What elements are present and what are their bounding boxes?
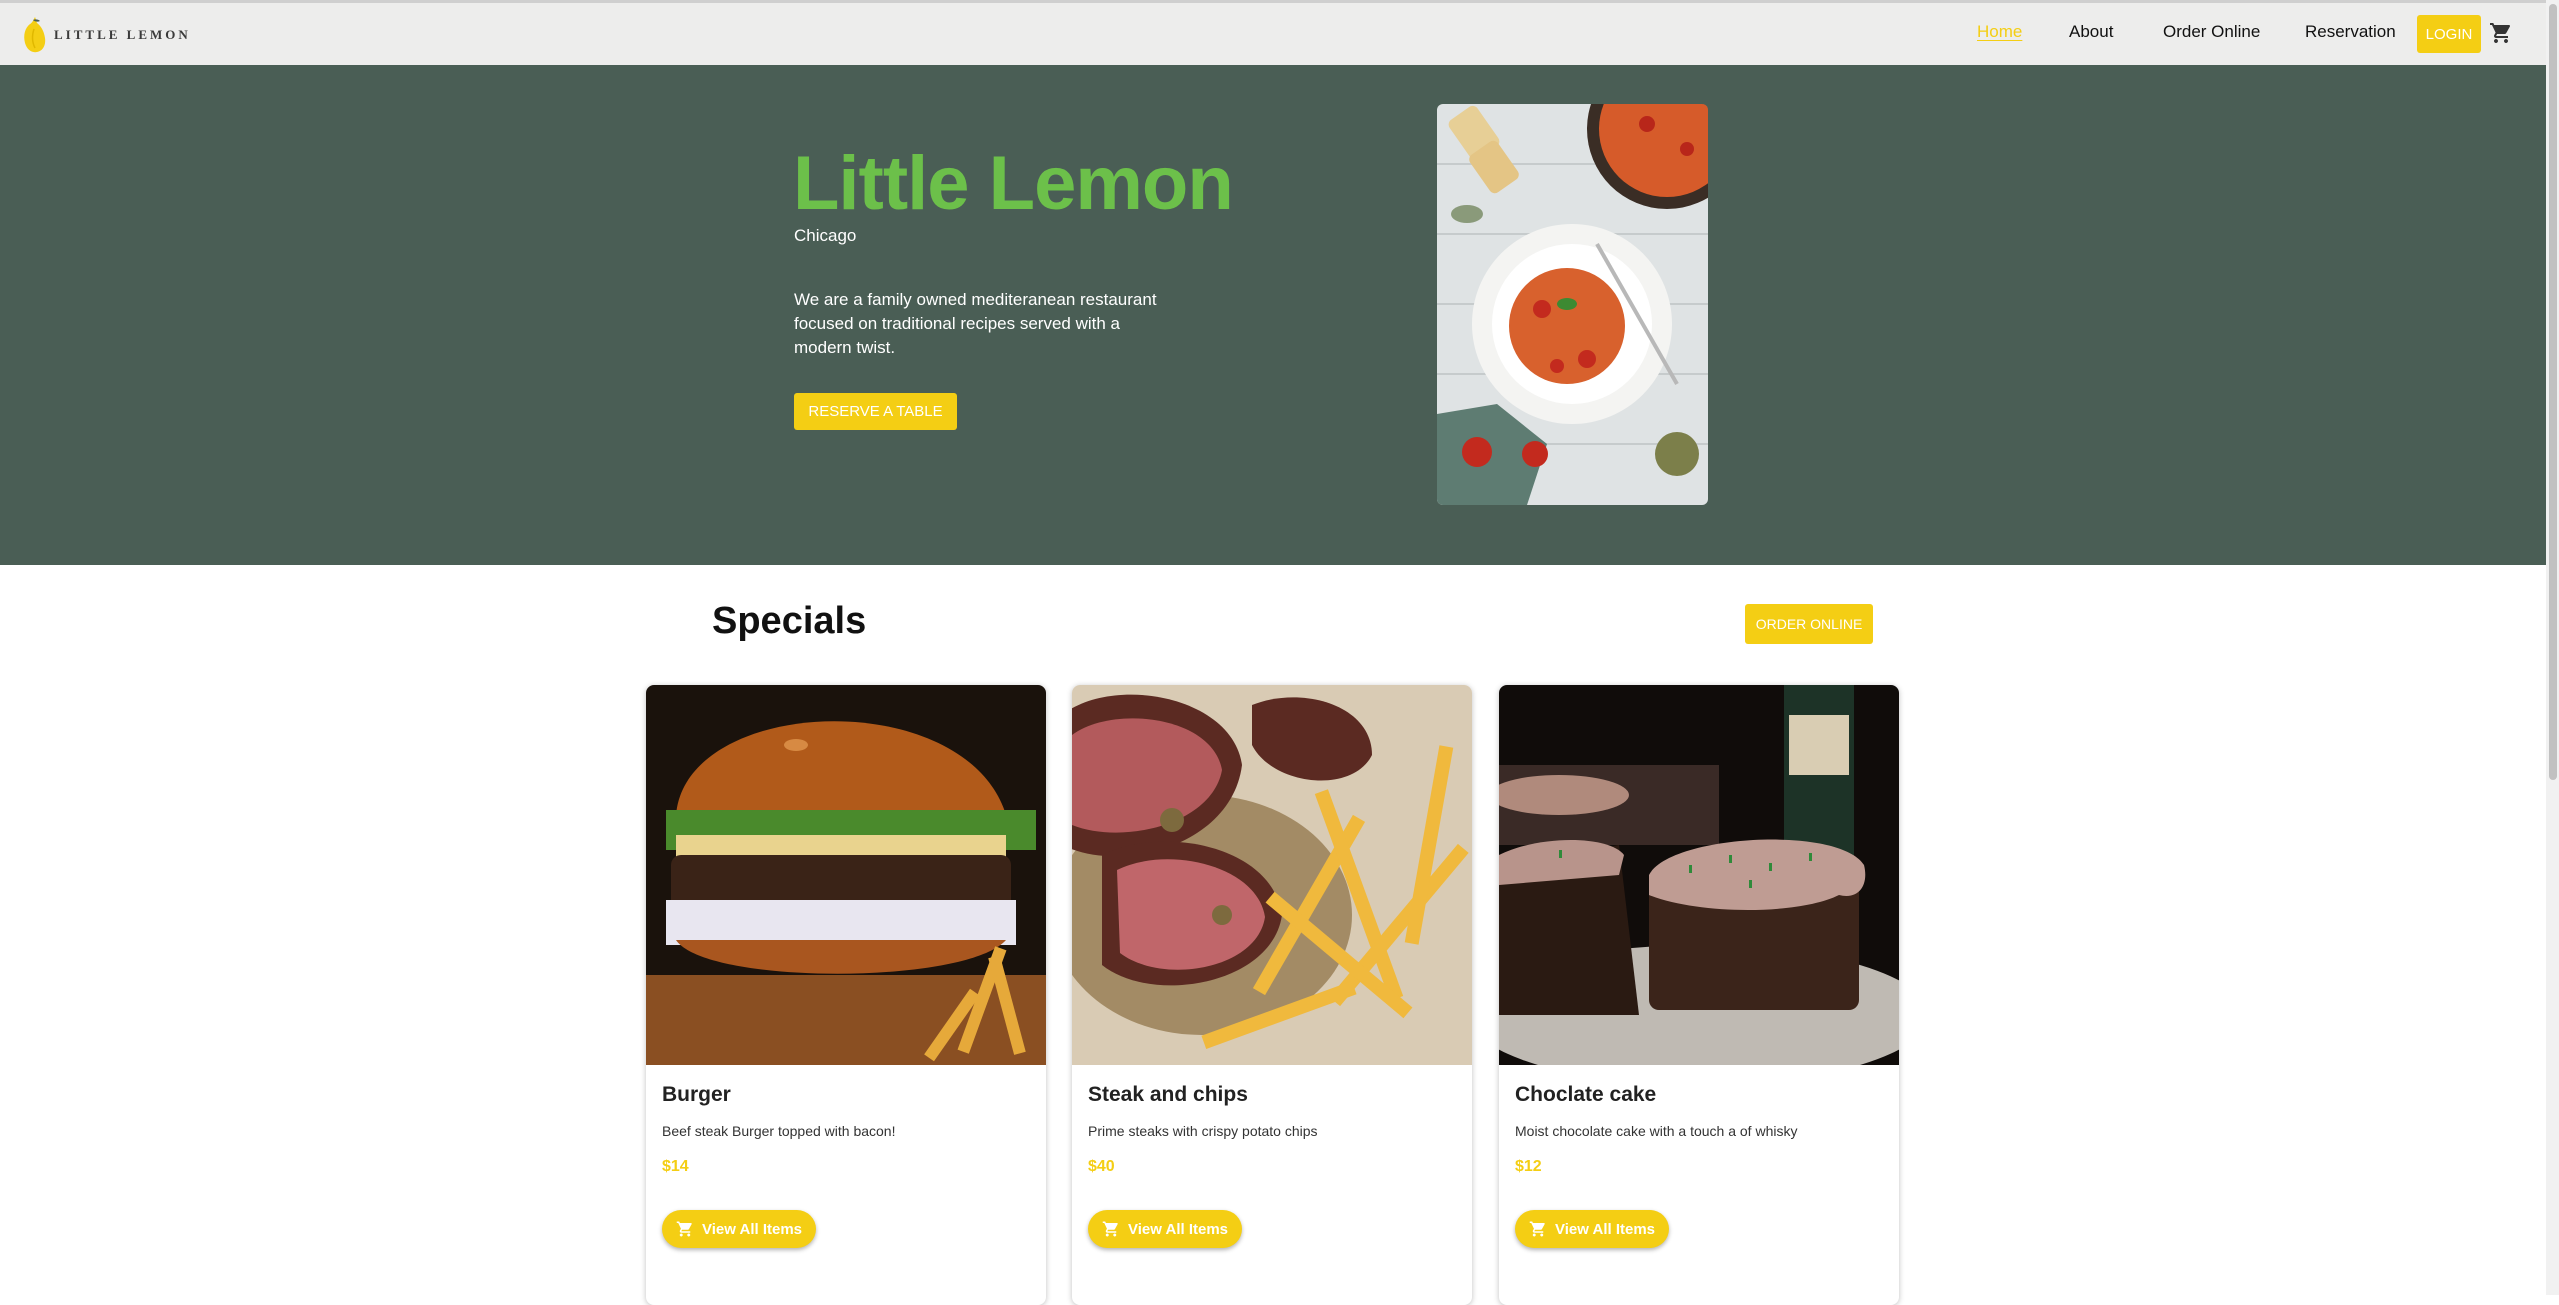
- card-price: $14: [662, 1158, 689, 1175]
- nav-reservation[interactable]: Reservation: [2305, 22, 2396, 42]
- order-online-button[interactable]: ORDER ONLINE: [1745, 604, 1873, 644]
- reserve-table-button[interactable]: RESERVE A TABLE: [794, 393, 957, 430]
- button-label: View All Items: [1554, 1220, 1656, 1238]
- specials-title: Specials: [712, 600, 867, 642]
- hero-title: Little Lemon: [793, 141, 1234, 226]
- card-title: Steak and chips: [1088, 1083, 1248, 1106]
- card-description: Beef steak Burger topped with bacon!: [662, 1123, 896, 1139]
- button-label: View All Items: [1127, 1220, 1229, 1238]
- card-price: $12: [1515, 1158, 1542, 1175]
- button-label: View All Items: [701, 1220, 803, 1238]
- hero-description: We are a family owned mediteranean resta…: [794, 290, 1157, 357]
- shopping-cart-icon: [676, 1221, 692, 1237]
- top-navigation-bar: LITTLE LEMON Home About Order Online Res…: [0, 0, 2546, 65]
- nav-about[interactable]: About: [2069, 22, 2113, 42]
- lemon-logo-icon: [24, 17, 46, 53]
- view-all-items-button[interactable]: View All Items: [1088, 1210, 1242, 1248]
- hero-section: Little Lemon Chicago We are a family own…: [0, 65, 2546, 565]
- view-all-items-button[interactable]: View All Items: [1515, 1210, 1669, 1248]
- burger-image: [646, 685, 1046, 1065]
- scrollbar-thumb[interactable]: [2549, 4, 2557, 780]
- shopping-cart-icon: [1102, 1221, 1118, 1237]
- vertical-scrollbar[interactable]: [2546, 0, 2559, 1295]
- steak-image: [1072, 685, 1472, 1065]
- nav-order-online[interactable]: Order Online: [2163, 22, 2260, 42]
- logo-text: LITTLE LEMON: [54, 27, 191, 42]
- card-price: $40: [1088, 1158, 1115, 1175]
- nav-home[interactable]: Home: [1977, 22, 2022, 42]
- card-description: Moist chocolate cake with a touch a of w…: [1515, 1123, 1798, 1139]
- card-description: Prime steaks with crispy potato chips: [1088, 1123, 1318, 1139]
- view-all-items-button[interactable]: View All Items: [662, 1210, 816, 1248]
- hero-pasta-image: [1437, 104, 1708, 505]
- logo[interactable]: LITTLE LEMON: [22, 13, 191, 57]
- special-card-burger: Burger Beef steak Burger topped with bac…: [646, 685, 1046, 1305]
- card-title: Choclate cake: [1515, 1083, 1657, 1106]
- special-card-cake: Choclate cake Moist chocolate cake with …: [1499, 685, 1899, 1305]
- chocolate-cake-image: [1499, 685, 1899, 1065]
- shopping-cart-icon: [1529, 1221, 1545, 1237]
- shopping-cart-icon[interactable]: [2489, 21, 2513, 45]
- login-button[interactable]: LOGIN: [2417, 15, 2481, 53]
- special-card-steak: Steak and chips Prime steaks with crispy…: [1072, 685, 1472, 1305]
- card-title: Burger: [662, 1083, 731, 1106]
- hero-city: Chicago: [794, 226, 857, 245]
